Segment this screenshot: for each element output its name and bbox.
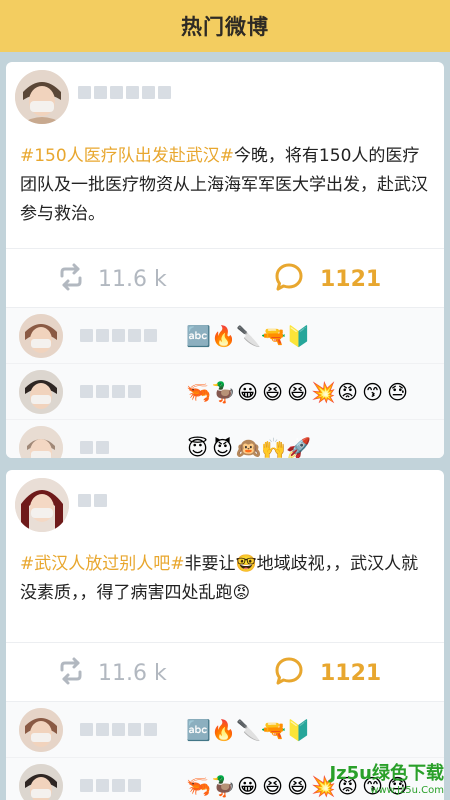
comment-emoji-row: 🔤 🔥 🔪 🔫 🔰: [186, 717, 311, 743]
post-stats: 11.6 k 1121: [6, 248, 444, 308]
laughing-emoji-icon: 😆: [287, 380, 308, 404]
weibo-post[interactable]: #150人医疗队出发赴武汉#今晚，将有150人的医疗团队及一批医疗物资从上海海军…: [6, 62, 444, 458]
username-placeholder: [80, 723, 157, 736]
nerd-face-emoji-icon: 🤓: [235, 554, 257, 574]
shrimp-emoji-icon: 🦐: [186, 774, 211, 798]
knife-emoji-icon: 🔪: [236, 324, 261, 348]
avatar[interactable]: [15, 478, 69, 532]
laughing-emoji-icon: 😆: [262, 380, 283, 404]
watermark-url: www.Jz5u.Com: [370, 785, 444, 796]
app-header: 热门微博: [0, 0, 450, 52]
comment-row[interactable]: 🔤 🔥 🔪 🔫 🔰: [6, 702, 444, 758]
duck-emoji-icon: 🦆: [211, 380, 236, 404]
duck-emoji-icon: 🦆: [211, 774, 236, 798]
fire-emoji-icon: 🔥: [211, 718, 236, 742]
weibo-post[interactable]: #武汉人放过别人吧#非要让🤓地域歧视，，武汉人就没素质，，得了病害四处乱跑😡 1…: [6, 470, 444, 800]
abc-emoji-icon: 🔤: [186, 324, 211, 348]
repost-count: 11.6 k: [98, 660, 167, 686]
beginner-emoji-icon: 🔰: [286, 324, 311, 348]
angry-emoji-icon: 😡: [337, 380, 358, 404]
avatar[interactable]: [19, 314, 63, 358]
post-hashtag[interactable]: #武汉人放过别人吧#: [20, 554, 185, 574]
laughing-emoji-icon: 😆: [287, 774, 308, 798]
shrimp-emoji-icon: 🦐: [186, 380, 211, 404]
monkey-emoji-icon: 🙉: [236, 436, 261, 458]
pistol-emoji-icon: 🔫: [261, 718, 286, 742]
username-placeholder: [80, 779, 141, 792]
comment-emoji-row: 🔤 🔥 🔪 🔫 🔰: [186, 323, 311, 349]
repost-icon: [56, 656, 86, 690]
comment-row[interactable]: 🔤 🔥 🔪 🔫 🔰: [6, 308, 444, 364]
comment-button[interactable]: 1121: [274, 643, 381, 703]
comment-button[interactable]: 1121: [274, 249, 381, 309]
post-text: #150人医疗队出发赴武汉#今晚，将有150人的医疗团队及一批医疗物资从上海海军…: [6, 136, 444, 248]
username-placeholder: [78, 86, 171, 99]
fire-emoji-icon: 🔥: [211, 324, 236, 348]
avatar[interactable]: [19, 708, 63, 752]
sweat-emoji-icon: 😓: [387, 380, 408, 404]
post-header: [6, 62, 444, 136]
kissing-emoji-icon: 😙: [362, 380, 383, 404]
rocket-emoji-icon: 🚀: [286, 436, 311, 458]
comment-emoji-row: 😇 😈 🙉 🙌 🚀: [186, 435, 311, 458]
repost-button[interactable]: 11.6 k: [56, 643, 167, 703]
knife-emoji-icon: 🔪: [236, 718, 261, 742]
repost-button[interactable]: 11.6 k: [56, 249, 167, 309]
comment-emoji-row: 🦐 🦆 😀 😆 😆 💥 😡 😙 😓: [186, 379, 409, 405]
username-placeholder: [80, 329, 157, 342]
avatar[interactable]: [19, 764, 63, 800]
comment-row[interactable]: 🦐 🦆 😀 😆 😆 💥 😡 😙 😓: [6, 364, 444, 420]
comment-count: 1121: [320, 660, 382, 686]
laughing-emoji-icon: 😆: [262, 774, 283, 798]
grinning-emoji-icon: 😀: [237, 774, 258, 798]
avatar[interactable]: [19, 426, 63, 458]
beginner-emoji-icon: 🔰: [286, 718, 311, 742]
repost-count: 11.6 k: [98, 266, 167, 292]
halo-emoji-icon: 😇: [187, 436, 208, 458]
comment-bubble-icon: [274, 262, 304, 296]
watermark-title: Jz5u绿色下载: [329, 763, 444, 784]
raised-hands-emoji-icon: 🙌: [261, 436, 286, 458]
avatar[interactable]: [19, 370, 63, 414]
username-placeholder: [78, 494, 107, 507]
post-body-text: 非要让: [184, 554, 236, 574]
comment-count: 1121: [320, 266, 382, 292]
comment-row[interactable]: 😇 😈 🙉 🙌 🚀: [6, 420, 444, 458]
post-header: [6, 470, 444, 544]
comment-bubble-icon: [274, 656, 304, 690]
repost-icon: [56, 262, 86, 296]
pistol-emoji-icon: 🔫: [261, 324, 286, 348]
username-placeholder: [80, 385, 141, 398]
username-placeholder: [80, 441, 109, 454]
post-text: #武汉人放过别人吧#非要让🤓地域歧视，，武汉人就没素质，，得了病害四处乱跑😡: [6, 544, 444, 642]
post-stats: 11.6 k 1121: [6, 642, 444, 702]
avatar[interactable]: [15, 70, 69, 124]
site-watermark: Jz5u绿色下载 www.Jz5u.Com: [329, 759, 444, 796]
devil-emoji-icon: 😈: [212, 436, 233, 458]
post-hashtag[interactable]: #150人医疗队出发赴武汉#: [20, 146, 234, 166]
collision-emoji-icon: 💥: [311, 380, 336, 404]
page-title: 热门微博: [181, 15, 269, 39]
angry-emoji-icon: 😡: [232, 583, 251, 603]
grinning-emoji-icon: 😀: [237, 380, 258, 404]
abc-emoji-icon: 🔤: [186, 718, 211, 742]
